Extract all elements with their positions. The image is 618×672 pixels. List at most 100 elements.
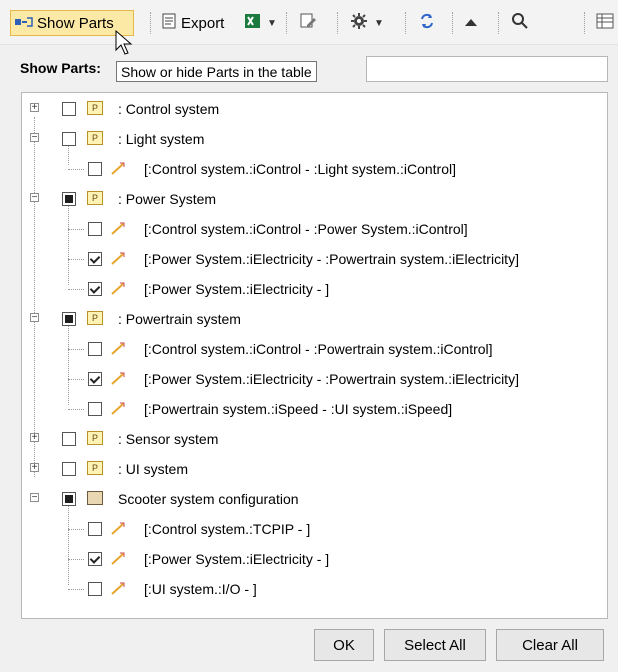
excel-export-button[interactable]: ▼: [244, 10, 277, 36]
connector-icon: [111, 162, 125, 175]
tree-guide: [34, 117, 35, 477]
toolbar: Show Parts Export ▼ ▼: [0, 0, 618, 45]
checkbox[interactable]: [88, 222, 102, 236]
show-parts-field-label: Show Parts:: [20, 60, 101, 76]
part-icon: P: [87, 461, 103, 475]
tree-guide: [68, 229, 84, 230]
part-icon: P: [87, 101, 103, 115]
table-view-button[interactable]: [596, 10, 614, 36]
checkbox[interactable]: [88, 252, 102, 266]
collapse-icon[interactable]: −: [30, 313, 39, 323]
collapse-icon[interactable]: −: [30, 133, 39, 143]
tree-guide: [68, 259, 84, 260]
part-label: : Powertrain system: [118, 311, 241, 327]
connector-label: [:Power System.:iElectricity - :Powertra…: [144, 251, 519, 267]
show-parts-icon: [15, 15, 33, 32]
checkbox[interactable]: [62, 132, 76, 146]
checkbox[interactable]: [62, 462, 76, 476]
toolbar-separator: [405, 12, 409, 34]
checkbox[interactable]: [88, 552, 102, 566]
excel-icon: [244, 13, 261, 33]
part-label: : Light system: [118, 131, 205, 147]
tree-guide: [68, 349, 84, 350]
select-all-button[interactable]: Select All: [384, 629, 486, 661]
tree-guide: [68, 203, 69, 285]
checkbox[interactable]: [88, 342, 102, 356]
connector-label: [:Powertrain system.:iSpeed - :UI system…: [144, 401, 453, 417]
configuration-icon: [87, 491, 103, 505]
part-label: : Sensor system: [118, 431, 219, 447]
part-icon: P: [87, 131, 103, 145]
collapse-icon[interactable]: −: [30, 493, 39, 503]
toolbar-separator: [337, 12, 341, 34]
part-icon: P: [87, 311, 103, 325]
table-icon: [596, 12, 614, 34]
checkbox[interactable]: [88, 372, 102, 386]
search-icon: [511, 12, 529, 34]
connector-label: [:Power System.:iElectricity - :Powertra…: [144, 371, 519, 387]
checkbox[interactable]: [62, 192, 76, 206]
triangle-up-icon: [464, 15, 478, 32]
clear-all-button[interactable]: Clear All: [496, 629, 604, 661]
checkbox[interactable]: [88, 582, 102, 596]
tree-guide: [68, 589, 84, 590]
checkbox[interactable]: [62, 492, 76, 506]
part-icon: P: [87, 191, 103, 205]
expand-icon[interactable]: +: [30, 463, 39, 473]
part-label: : Power System: [118, 191, 217, 207]
toolbar-separator: [584, 12, 588, 34]
tree-guide: [68, 503, 69, 585]
tree-guide: [68, 143, 69, 165]
connector-icon: [111, 552, 125, 565]
gear-icon: [350, 12, 368, 34]
checkbox[interactable]: [62, 312, 76, 326]
checkbox[interactable]: [88, 522, 102, 536]
settings-button[interactable]: ▼: [350, 10, 384, 36]
toolbar-separator: [150, 12, 154, 34]
parts-tree[interactable]: + P : Control system − P : Light system …: [21, 92, 608, 619]
configuration-label: Scooter system configuration: [118, 491, 299, 507]
refresh-button[interactable]: [418, 10, 436, 36]
export-button[interactable]: Export: [161, 10, 224, 36]
checkbox[interactable]: [62, 102, 76, 116]
chevron-down-icon[interactable]: ▼: [374, 18, 384, 29]
mouse-cursor-icon: [114, 29, 134, 56]
connector-label: [:Control system.:iControl - :Power Syst…: [144, 221, 468, 237]
toolbar-separator: [498, 12, 502, 34]
show-parts-label: Show Parts: [37, 14, 114, 32]
filter-input[interactable]: [366, 56, 608, 82]
checkbox[interactable]: [88, 282, 102, 296]
expand-icon[interactable]: +: [30, 433, 39, 443]
tooltip: Show or hide Parts in the table: [116, 61, 317, 82]
expand-icon[interactable]: +: [30, 103, 39, 113]
connector-icon: [111, 222, 125, 235]
checkbox[interactable]: [88, 162, 102, 176]
connector-label: [:Power System.:iElectricity - ]: [144, 551, 330, 567]
document-icon: [161, 13, 177, 33]
connector-icon: [111, 252, 125, 265]
connector-icon: [111, 402, 125, 415]
collapse-icon[interactable]: −: [30, 193, 39, 203]
tree-guide: [68, 529, 84, 530]
chevron-down-icon[interactable]: ▼: [267, 18, 277, 29]
connector-icon: [111, 522, 125, 535]
ok-button[interactable]: OK: [314, 629, 374, 661]
connector-label: [:UI system.:I/O - ]: [144, 581, 257, 597]
connector-icon: [111, 282, 125, 295]
tree-guide: [68, 559, 84, 560]
part-label: : UI system: [118, 461, 189, 477]
tree-guide: [68, 379, 84, 380]
connector-icon: [111, 372, 125, 385]
search-button[interactable]: [511, 10, 529, 36]
checkbox[interactable]: [62, 432, 76, 446]
connector-label: [:Power System.:iElectricity - ]: [144, 281, 330, 297]
collapse-button[interactable]: [464, 10, 478, 36]
connector-label: [:Control system.:iControl - :Powertrain…: [144, 341, 493, 357]
edit-button[interactable]: [299, 10, 317, 36]
connector-icon: [111, 582, 125, 595]
toolbar-separator: [452, 12, 456, 34]
part-label: : Control system: [118, 101, 220, 117]
checkbox[interactable]: [88, 402, 102, 416]
part-icon: P: [87, 431, 103, 445]
tree-guide: [68, 409, 84, 410]
